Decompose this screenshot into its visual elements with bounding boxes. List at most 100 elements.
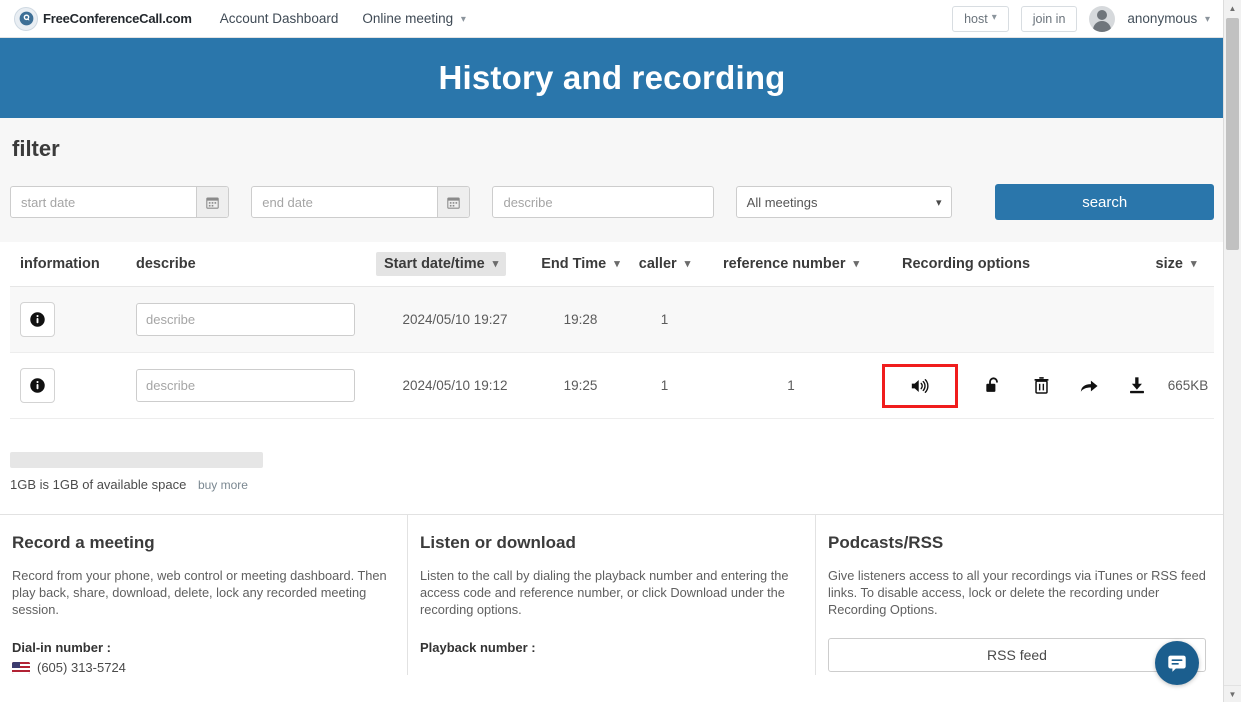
section-listen-or-download: Listen or download Listen to the call by… bbox=[408, 515, 816, 675]
row-information-cell bbox=[10, 302, 136, 337]
download-button[interactable] bbox=[1124, 373, 1150, 399]
section-record-a-meeting: Record a meeting Record from your phone,… bbox=[0, 515, 408, 675]
playback-number-label: Playback number : bbox=[420, 640, 536, 655]
info-circle-icon[interactable] bbox=[20, 302, 55, 337]
table-header-describe[interactable]: describe bbox=[136, 256, 376, 272]
user-avatar-icon bbox=[1089, 5, 1116, 32]
storage-text-row: 1GB is 1GB of available space buy more bbox=[10, 477, 1214, 492]
brand-name: FreeConferenceCall.com bbox=[43, 11, 192, 26]
chevron-down-icon: ▾ bbox=[1190, 258, 1197, 270]
unlock-button[interactable] bbox=[980, 373, 1006, 399]
chevron-down-icon: ▾ bbox=[492, 258, 499, 270]
chat-widget-button[interactable] bbox=[1155, 641, 1199, 685]
join-in-button-label: join in bbox=[1032, 11, 1066, 26]
vertical-scrollbar[interactable]: ▲ ▼ bbox=[1223, 0, 1241, 702]
join-in-button[interactable]: join in bbox=[1020, 5, 1078, 32]
start-date-field[interactable] bbox=[10, 186, 230, 218]
table-header-label: End Time bbox=[541, 256, 607, 272]
section-title: Podcasts/RSS bbox=[828, 533, 944, 552]
nav-link-label: Online meeting bbox=[362, 11, 454, 26]
row-describe-input[interactable] bbox=[136, 369, 355, 402]
start-date-input[interactable] bbox=[11, 187, 197, 217]
row-reference-number: 1 bbox=[787, 378, 795, 393]
scrollbar-thumb[interactable] bbox=[1226, 18, 1239, 250]
buy-more-link[interactable]: buy more bbox=[198, 478, 248, 492]
top-navigation-right: host ▾ join in anonymous ▾ bbox=[952, 5, 1210, 32]
table-header-label: reference number bbox=[722, 256, 846, 272]
top-navigation-bar: FreeConferenceCall.com Account Dashboard… bbox=[0, 0, 1224, 38]
search-button[interactable]: search bbox=[995, 184, 1214, 220]
end-date-field[interactable] bbox=[251, 186, 471, 218]
row-end-time: 19:28 bbox=[563, 312, 598, 327]
row-caller: 1 bbox=[660, 312, 669, 327]
chevron-down-icon: ▾ bbox=[1204, 14, 1210, 25]
rss-feed-button[interactable]: RSS feed bbox=[828, 638, 1206, 672]
us-flag-icon bbox=[12, 661, 30, 674]
table-row: 2024/05/10 19:12 19:25 1 1 bbox=[10, 353, 1214, 419]
nav-link-account-dashboard[interactable]: Account Dashboard bbox=[220, 11, 339, 26]
chevron-down-icon: ▾ bbox=[991, 12, 997, 23]
bottom-info-sections: Record a meeting Record from your phone,… bbox=[0, 514, 1224, 675]
info-circle-icon[interactable] bbox=[20, 368, 55, 403]
meeting-type-select[interactable]: All meetings ▾ bbox=[735, 186, 953, 218]
section-body: Record from your phone, web control or m… bbox=[12, 568, 387, 617]
start-date-calendar-button[interactable] bbox=[196, 187, 229, 217]
row-start-datetime: 2024/05/10 19:27 bbox=[402, 312, 508, 327]
row-recording-options bbox=[880, 363, 1150, 408]
chevron-down-icon: ▾ bbox=[935, 196, 942, 209]
brand-logo-link[interactable]: FreeConferenceCall.com bbox=[14, 6, 192, 31]
row-describe-input[interactable] bbox=[136, 303, 355, 336]
share-arrow-icon bbox=[1080, 380, 1098, 392]
nav-link-online-meeting[interactable]: Online meeting ▾ bbox=[362, 11, 466, 26]
describe-filter-input[interactable] bbox=[493, 187, 713, 217]
trash-icon bbox=[1034, 377, 1048, 394]
row-information-cell bbox=[10, 368, 136, 403]
table-header-end-time[interactable]: End Time ▾ bbox=[541, 256, 620, 272]
user-menu-button[interactable]: anonymous ▾ bbox=[1127, 11, 1210, 26]
scroll-down-arrow-icon[interactable]: ▼ bbox=[1224, 685, 1241, 702]
dial-in-number-value: (605) 313-5724 bbox=[37, 660, 126, 675]
table-row: 2024/05/10 19:27 19:28 1 bbox=[10, 287, 1214, 353]
filter-heading: filter bbox=[12, 136, 60, 161]
section-body: Give listeners access to all your record… bbox=[828, 568, 1206, 617]
table-header-start-datetime[interactable]: Start date/time ▾ bbox=[376, 252, 507, 276]
username-label: anonymous bbox=[1127, 11, 1198, 26]
play-audio-button[interactable] bbox=[882, 363, 958, 408]
chevron-down-icon: ▾ bbox=[684, 258, 691, 270]
filter-section: filter start date end date describe All … bbox=[0, 118, 1224, 242]
delete-button[interactable] bbox=[1028, 373, 1054, 399]
storage-section: 1GB is 1GB of available space buy more bbox=[0, 419, 1224, 492]
row-describe-cell bbox=[136, 303, 376, 336]
host-button[interactable]: host ▾ bbox=[952, 5, 1009, 32]
share-button[interactable] bbox=[1076, 373, 1102, 399]
storage-label: 1GB is 1GB of available space bbox=[10, 477, 187, 492]
page-title: History and recording bbox=[438, 59, 786, 96]
dial-in-number-label: Dial-in number : bbox=[12, 640, 111, 655]
section-title: Listen or download bbox=[420, 533, 576, 552]
describe-filter-field[interactable] bbox=[492, 186, 714, 218]
dial-in-number-row: (605) 313-5724 bbox=[12, 660, 389, 675]
download-icon bbox=[1130, 377, 1144, 394]
speaker-volume-icon bbox=[911, 378, 929, 393]
table-header-size[interactable]: size ▾ bbox=[1156, 256, 1197, 272]
end-date-calendar-button[interactable] bbox=[437, 187, 470, 217]
host-button-label: host bbox=[964, 11, 988, 26]
page-header-banner: History and recording bbox=[0, 38, 1224, 118]
table-header-label: caller bbox=[638, 256, 677, 272]
phone-circle-icon bbox=[14, 6, 38, 31]
table-header-row: information describe Start date/time ▾ E… bbox=[10, 242, 1214, 287]
meeting-type-select-value: All meetings bbox=[746, 194, 818, 210]
table-header-reference-number[interactable]: reference number ▾ bbox=[723, 256, 859, 272]
row-caller: 1 bbox=[660, 378, 669, 393]
scroll-up-arrow-icon[interactable]: ▲ bbox=[1224, 0, 1241, 17]
table-header-caller[interactable]: caller ▾ bbox=[639, 256, 690, 272]
row-end-time: 19:25 bbox=[563, 378, 598, 393]
nav-link-label: Account Dashboard bbox=[219, 11, 339, 26]
end-date-input[interactable] bbox=[252, 187, 438, 217]
table-header-information[interactable]: information bbox=[10, 256, 136, 272]
row-size: 665KB bbox=[1167, 378, 1209, 393]
page-root: FreeConferenceCall.com Account Dashboard… bbox=[0, 0, 1224, 702]
chevron-down-icon: ▾ bbox=[853, 258, 860, 270]
filter-controls-row: All meetings ▾ search bbox=[10, 184, 1214, 220]
table-header-recording-options: Recording options bbox=[902, 256, 1031, 272]
